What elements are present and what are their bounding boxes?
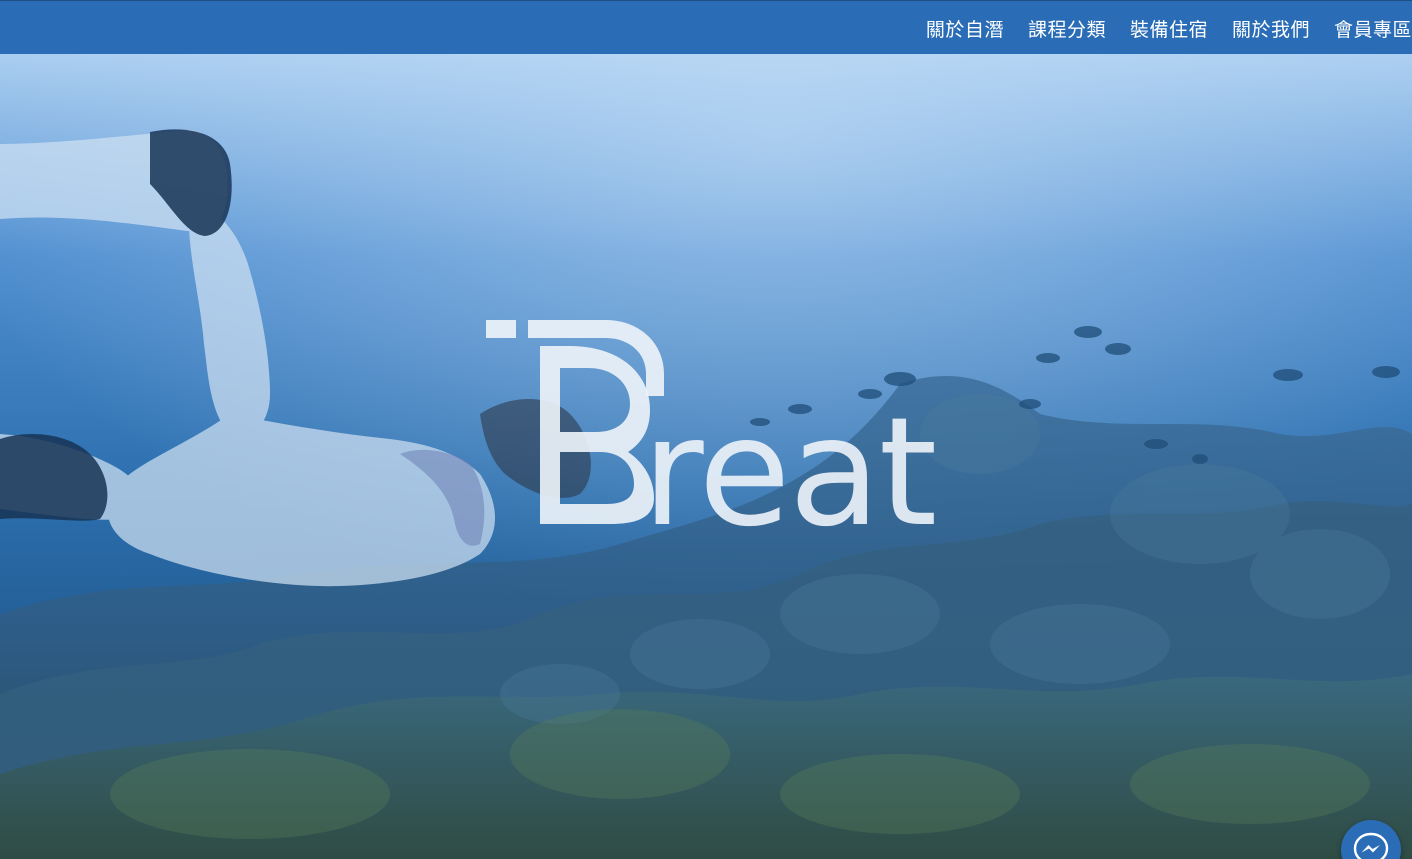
hero-section: reath — [0, 54, 1412, 859]
nav-item-member-area[interactable]: 會員專區 — [1334, 15, 1412, 42]
nav-item-courses[interactable]: 課程分類 — [1028, 15, 1106, 42]
logo-text: reath — [642, 386, 948, 528]
main-menu: 關於自潛 課程分類 裝備住宿 關於我們 會員專區 — [902, 1, 1412, 55]
nav-item-about-freediving[interactable]: 關於自潛 — [926, 15, 1004, 42]
page: 關於自潛 課程分類 裝備住宿 關於我們 會員專區 reat — [0, 0, 1412, 859]
nav-item-gear-lodging[interactable]: 裝備住宿 — [1130, 15, 1208, 42]
messenger-icon — [1353, 832, 1389, 859]
breath-logo: reath — [486, 320, 948, 528]
top-navbar: 關於自潛 課程分類 裝備住宿 關於我們 會員專區 — [0, 0, 1412, 54]
nav-item-about-us[interactable]: 關於我們 — [1232, 15, 1310, 42]
